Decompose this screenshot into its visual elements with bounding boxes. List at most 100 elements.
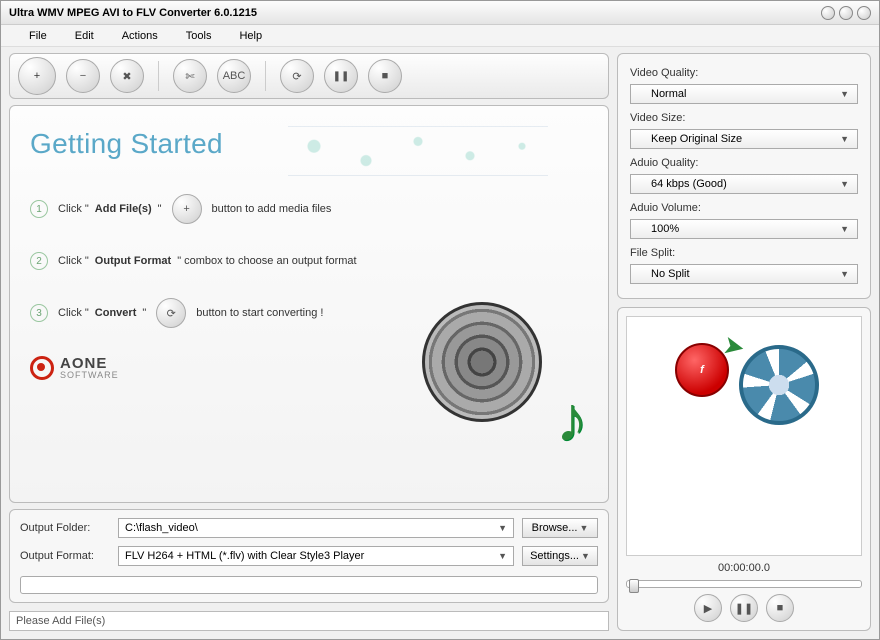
step1-bold: Add File(s)	[95, 203, 152, 215]
inline-convert-button[interactable]: ⟳	[156, 298, 186, 328]
convert-icon: ⟳	[167, 307, 176, 320]
time-display: 00:00:00.0	[626, 562, 862, 574]
right-column: Video Quality: Normal▼ Video Size: Keep …	[617, 53, 871, 631]
brand-line1: AONE	[60, 356, 119, 371]
output-folder-label: Output Folder:	[20, 522, 110, 534]
step2-bold: Output Format	[95, 255, 171, 267]
pause-preview-button[interactable]: ❚❚	[730, 594, 758, 622]
step2-text-c: " combox to choose an output format	[177, 255, 356, 267]
menu-file[interactable]: File	[29, 30, 47, 42]
convert-icon: ⟳	[292, 70, 301, 83]
app-window: Ultra WMV MPEG AVI to FLV Converter 6.0.…	[0, 0, 880, 640]
play-button[interactable]: ▶	[694, 594, 722, 622]
pause-icon: ❚❚	[333, 71, 350, 82]
plus-icon: +	[183, 203, 189, 215]
menu-help[interactable]: Help	[239, 30, 262, 42]
output-settings-panel: Output Folder: C:\flash_video\ ▼ Browse.…	[9, 509, 609, 603]
maximize-button[interactable]	[839, 6, 853, 20]
remove-file-button[interactable]: −	[66, 59, 100, 93]
preview-panel: f ➤ 00:00:00.0 ▶ ❚❚ ■	[617, 307, 871, 631]
film-reel-icon	[739, 345, 819, 425]
quality-settings-panel: Video Quality: Normal▼ Video Size: Keep …	[617, 53, 871, 299]
audio-quality-label: Aduio Quality:	[630, 157, 858, 169]
plus-icon: +	[34, 70, 40, 82]
video-size-label: Video Size:	[630, 112, 858, 124]
output-format-row: Output Format: FLV H264 + HTML (*.flv) w…	[20, 546, 598, 566]
step1-text-d: button to add media files	[212, 203, 332, 215]
film-reel-graphic: ♪	[422, 292, 582, 452]
close-button[interactable]	[857, 6, 871, 20]
menu-edit[interactable]: Edit	[75, 30, 94, 42]
window-buttons	[821, 6, 871, 20]
x-icon: ✖	[122, 70, 131, 83]
minus-icon: −	[80, 70, 86, 82]
step3-text-d: button to start converting !	[196, 307, 323, 319]
output-folder-row: Output Folder: C:\flash_video\ ▼ Browse.…	[20, 518, 598, 538]
chevron-down-icon: ▼	[581, 551, 590, 561]
stop-button[interactable]: ■	[368, 59, 402, 93]
chevron-down-icon: ▼	[840, 134, 849, 144]
step3-text-c: "	[142, 307, 146, 319]
audio-quality-select[interactable]: 64 kbps (Good)▼	[630, 174, 858, 194]
video-size-select[interactable]: Keep Original Size▼	[630, 129, 858, 149]
cut-button[interactable]: ✄	[173, 59, 207, 93]
menu-actions[interactable]: Actions	[122, 30, 158, 42]
rename-button[interactable]: ABC	[217, 59, 251, 93]
chevron-down-icon: ▼	[498, 551, 507, 561]
chevron-down-icon: ▼	[840, 269, 849, 279]
abc-icon: ABC	[223, 70, 246, 82]
step-number-2: 2	[30, 252, 48, 270]
playback-buttons: ▶ ❚❚ ■	[626, 594, 862, 622]
chevron-down-icon: ▼	[579, 523, 588, 533]
getting-started-panel: Getting Started 1 Click "Add File(s)" + …	[9, 105, 609, 503]
output-format-combo[interactable]: FLV H264 + HTML (*.flv) with Clear Style…	[118, 546, 514, 566]
step-1: 1 Click " Add File(s) " + button to add me…	[30, 194, 588, 224]
output-format-label: Output Format:	[20, 550, 110, 562]
step-number-1: 1	[30, 200, 48, 218]
left-column: + − ✖ ✄ ABC ⟳ ❚❚ ■ Getting Started 1 Cli…	[9, 53, 609, 631]
brand-text: AONE SOFTWARE	[60, 356, 119, 380]
stop-preview-button[interactable]: ■	[766, 594, 794, 622]
step-2: 2 Click " Output Format " combox to choose…	[30, 252, 588, 270]
clear-list-button[interactable]: ✖	[110, 59, 144, 93]
status-text: Please Add File(s)	[16, 615, 105, 627]
browse-button[interactable]: Browse...▼	[522, 518, 598, 538]
step1-text-c: "	[158, 203, 162, 215]
settings-button[interactable]: Settings...▼	[522, 546, 598, 566]
add-file-button[interactable]: +	[18, 57, 56, 95]
audio-volume-select[interactable]: 100%▼	[630, 219, 858, 239]
inline-add-button[interactable]: +	[172, 194, 202, 224]
decoration-dots	[288, 126, 548, 176]
step-number-3: 3	[30, 304, 48, 322]
status-bar: Please Add File(s)	[9, 611, 609, 631]
step3-bold: Convert	[95, 307, 137, 319]
window-title: Ultra WMV MPEG AVI to FLV Converter 6.0.…	[9, 7, 821, 19]
content-area: + − ✖ ✄ ABC ⟳ ❚❚ ■ Getting Started 1 Cli…	[1, 47, 879, 639]
video-quality-select[interactable]: Normal▼	[630, 84, 858, 104]
music-note-icon: ♪	[556, 382, 588, 456]
chevron-down-icon: ▼	[840, 179, 849, 189]
menu-tools[interactable]: Tools	[186, 30, 212, 42]
output-format-value: FLV H264 + HTML (*.flv) with Clear Style…	[125, 550, 364, 562]
pause-button[interactable]: ❚❚	[324, 59, 358, 93]
stop-icon: ■	[382, 70, 389, 82]
aone-logo-icon	[30, 356, 54, 380]
output-folder-value: C:\flash_video\	[125, 522, 198, 534]
chevron-down-icon: ▼	[840, 224, 849, 234]
progress-bar	[20, 576, 598, 594]
play-icon: ▶	[704, 602, 712, 615]
brand-line2: SOFTWARE	[60, 371, 119, 380]
file-split-label: File Split:	[630, 247, 858, 259]
step2-text-a: Click "	[58, 255, 89, 267]
chevron-down-icon: ▼	[498, 523, 507, 533]
step1-text-a: Click "	[58, 203, 89, 215]
file-split-select[interactable]: No Split▼	[630, 264, 858, 284]
seek-slider[interactable]	[626, 580, 862, 588]
stop-icon: ■	[777, 602, 784, 614]
convert-button[interactable]: ⟳	[280, 59, 314, 93]
pause-icon: ❚❚	[735, 602, 753, 615]
minimize-button[interactable]	[821, 6, 835, 20]
output-folder-combo[interactable]: C:\flash_video\ ▼	[118, 518, 514, 538]
video-quality-label: Video Quality:	[630, 67, 858, 79]
audio-volume-label: Aduio Volume:	[630, 202, 858, 214]
